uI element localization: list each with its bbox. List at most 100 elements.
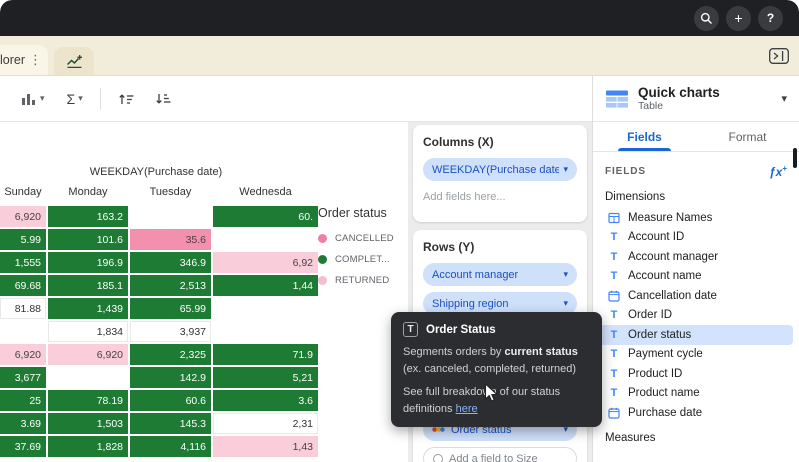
tab-fields[interactable]: Fields xyxy=(593,122,696,151)
table-cell[interactable]: 3.69 xyxy=(0,413,46,434)
table-cell[interactable]: 1,43 xyxy=(213,436,318,457)
field-pill[interactable]: WEEKDAY(Purchase date) ▾ xyxy=(423,158,577,181)
table-cell[interactable]: 35.6 xyxy=(130,229,211,250)
caret-down-icon[interactable]: ▾ xyxy=(563,270,568,279)
legend-item[interactable]: CANCELLED xyxy=(318,233,408,244)
table-cell[interactable]: 163.2 xyxy=(48,206,128,227)
table-cell[interactable]: 3.6 xyxy=(213,390,318,411)
field-tooltip: T Order Status Segments orders by curren… xyxy=(391,312,602,427)
quick-charts-header[interactable]: Quick charts Table ▾ xyxy=(593,76,799,122)
field-label: Cancellation date xyxy=(628,290,717,302)
table-cell[interactable]: 2,513 xyxy=(130,275,211,296)
help-button[interactable]: ? xyxy=(758,6,783,31)
table-cell[interactable]: 6,92 xyxy=(213,252,318,273)
chart-type-dropdown[interactable]: ▾ xyxy=(14,87,52,111)
table-cell[interactable]: 60. xyxy=(213,206,318,227)
field-item-payment-cycle[interactable]: TPayment cycle xyxy=(599,345,793,365)
field-item-purchase-date[interactable]: Purchase date xyxy=(599,403,793,423)
field-label: Order ID xyxy=(628,309,672,321)
new-chart-tab[interactable] xyxy=(54,47,94,75)
table-cell[interactable] xyxy=(213,229,318,250)
table-cell[interactable]: 1,834 xyxy=(48,321,128,342)
table-header-row: SundayMondayTuesdayWednesda xyxy=(0,186,312,198)
table-cell[interactable]: 6,920 xyxy=(0,206,46,227)
tab-menu-button[interactable]: ⋮ xyxy=(28,52,43,68)
table-cell[interactable]: 65.99 xyxy=(130,298,211,319)
aggregation-dropdown[interactable]: Σ ▾ xyxy=(60,86,90,112)
table-cell[interactable]: 185.1 xyxy=(48,275,128,296)
field-label: Account name xyxy=(628,270,702,282)
legend-label: CANCELLED xyxy=(335,233,394,244)
add-button[interactable]: + xyxy=(726,6,751,31)
table-cell[interactable] xyxy=(0,321,46,342)
table-cell[interactable]: 37.69 xyxy=(0,436,46,457)
table-cell[interactable]: 81.88 xyxy=(0,298,46,319)
table-cell[interactable]: 69.68 xyxy=(0,275,46,296)
table-cell[interactable]: 2,325 xyxy=(130,344,211,365)
sort-descending-icon xyxy=(155,92,172,106)
field-item-account-id[interactable]: TAccount ID xyxy=(599,228,793,248)
tooltip-bold-text: current status xyxy=(505,346,578,358)
caret-down-icon[interactable]: ▾ xyxy=(563,299,568,308)
table-cell[interactable]: 1,828 xyxy=(48,436,128,457)
table-cell[interactable]: 71.9 xyxy=(213,344,318,365)
caret-down-icon[interactable]: ▾ xyxy=(563,165,568,174)
table-cell[interactable]: 101.6 xyxy=(48,229,128,250)
chevron-down-icon[interactable]: ▾ xyxy=(781,92,787,105)
table-cell[interactable] xyxy=(213,298,318,319)
legend-dot-icon xyxy=(318,255,327,264)
field-item-order-status[interactable]: TOrder status xyxy=(599,325,793,345)
workbook-tab[interactable]: lorer ⋮ xyxy=(0,45,48,75)
collapse-panel-button[interactable] xyxy=(769,48,789,64)
field-item-product-name[interactable]: TProduct name xyxy=(599,384,793,404)
table-row: 6,9206,9202,32571.9 xyxy=(0,344,312,365)
table-cell[interactable]: 78.19 xyxy=(48,390,128,411)
table-cell[interactable]: 60.6 xyxy=(130,390,211,411)
sort-ascending-button[interactable] xyxy=(111,87,142,111)
pill-label: WEEKDAY(Purchase date) xyxy=(432,164,559,176)
field-label: Purchase date xyxy=(628,407,702,419)
panel-tabs: Fields Format xyxy=(593,122,799,152)
definitions-link[interactable]: here xyxy=(456,403,478,415)
panel-scrollbar-thumb[interactable] xyxy=(793,148,797,168)
add-calculated-field-button[interactable]: ƒx+ xyxy=(769,164,787,179)
table-cell[interactable]: 142.9 xyxy=(130,367,211,388)
table-cell[interactable]: 145.3 xyxy=(130,413,211,434)
table-cell[interactable]: 1,44 xyxy=(213,275,318,296)
table-cell[interactable]: 5,21 xyxy=(213,367,318,388)
table-cell[interactable]: 2,31 xyxy=(213,413,318,434)
field-item-account-name[interactable]: TAccount name xyxy=(599,267,793,287)
table-cell[interactable]: 3,677 xyxy=(0,367,46,388)
field-item-account-manager[interactable]: TAccount manager xyxy=(599,247,793,267)
legend-item[interactable]: COMPLET... xyxy=(318,254,408,265)
field-item-order-id[interactable]: T Order ID xyxy=(599,306,793,326)
size-field-dropzone[interactable]: Add a field to Size xyxy=(423,447,577,462)
sort-descending-button[interactable] xyxy=(148,87,179,111)
table-cell[interactable]: 1,555 xyxy=(0,252,46,273)
legend: Order status CANCELLEDCOMPLET...RETURNED xyxy=(318,206,408,296)
table-cell[interactable]: 1,503 xyxy=(48,413,128,434)
table-cell[interactable]: 346.9 xyxy=(130,252,211,273)
field-pill[interactable]: Account manager▾ xyxy=(423,263,577,286)
table-cell[interactable]: 6,920 xyxy=(48,344,128,365)
search-button[interactable] xyxy=(694,6,719,31)
field-item-product-id[interactable]: TProduct ID xyxy=(599,364,793,384)
table-cell[interactable] xyxy=(48,367,128,388)
field-item-measure-names[interactable]: Measure Names xyxy=(599,208,793,228)
table-cell[interactable]: 5.99 xyxy=(0,229,46,250)
table-cell[interactable]: 3,937 xyxy=(130,321,211,342)
tab-format[interactable]: Format xyxy=(696,122,799,151)
table-cell[interactable]: 4,116 xyxy=(130,436,211,457)
table-cell[interactable]: 196.9 xyxy=(48,252,128,273)
legend-dot-icon xyxy=(318,234,327,243)
dimensions-label: Dimensions xyxy=(593,185,799,208)
table-cell[interactable] xyxy=(130,206,211,227)
columns-shelf-pills: WEEKDAY(Purchase date) ▾ xyxy=(423,158,577,181)
field-item-cancellation-date[interactable]: Cancellation date xyxy=(599,286,793,306)
table-cell[interactable]: 6,920 xyxy=(0,344,46,365)
text-field-icon: T xyxy=(607,309,621,321)
table-cell[interactable]: 1,439 xyxy=(48,298,128,319)
table-cell[interactable] xyxy=(213,321,318,342)
legend-item[interactable]: RETURNED xyxy=(318,275,408,286)
table-cell[interactable]: 25 xyxy=(0,390,46,411)
